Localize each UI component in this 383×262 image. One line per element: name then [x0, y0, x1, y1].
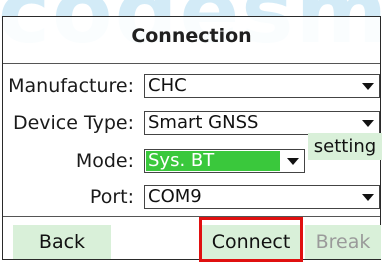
mode-label: Mode:: [75, 150, 134, 172]
chevron-down-icon: [287, 158, 299, 165]
manufacture-value: CHC: [148, 75, 187, 96]
back-button[interactable]: Back: [13, 225, 111, 259]
port-select[interactable]: COM9: [144, 185, 380, 209]
device-type-value: Smart GNSS: [148, 112, 259, 133]
title-divider: [3, 63, 380, 64]
break-button[interactable]: Break: [305, 225, 381, 259]
mode-value: Sys. BT: [146, 151, 280, 171]
port-label: Port:: [89, 186, 134, 208]
setting-button[interactable]: setting: [308, 133, 382, 160]
chevron-down-icon: [362, 83, 374, 90]
chevron-down-icon: [362, 194, 374, 201]
manufacture-label: Manufacture:: [8, 75, 134, 97]
device-type-label: Device Type:: [12, 112, 134, 134]
connection-dialog: Connection Manufacture: CHC Device Type:…: [2, 16, 382, 262]
connect-highlight: [199, 217, 303, 262]
dialog-title: Connection: [131, 25, 252, 47]
manufacture-select[interactable]: CHC: [144, 74, 380, 98]
mode-select[interactable]: Sys. BT: [144, 149, 305, 173]
button-divider: [3, 216, 380, 217]
device-type-select[interactable]: Smart GNSS: [144, 111, 380, 135]
port-value: COM9: [148, 186, 202, 207]
chevron-down-icon: [362, 120, 374, 127]
